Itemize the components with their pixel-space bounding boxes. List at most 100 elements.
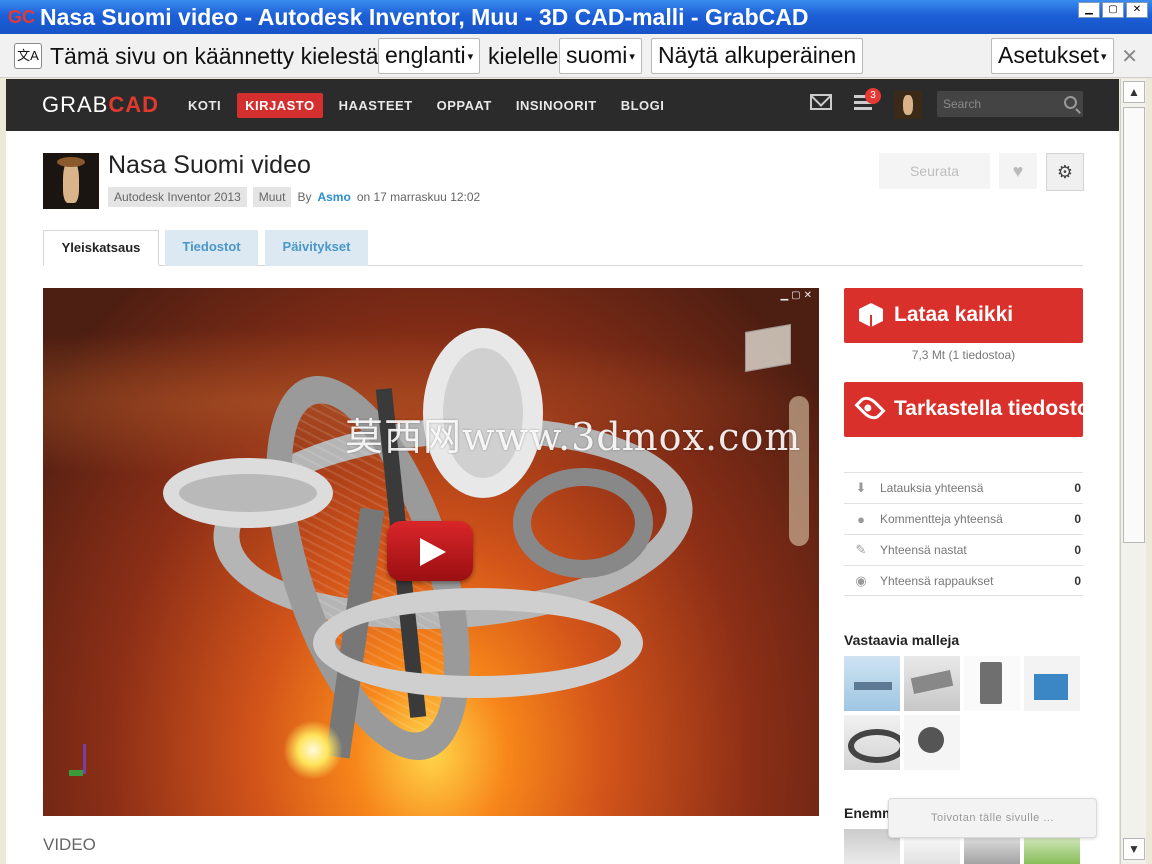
download-all-label: Lataa kaikki bbox=[894, 303, 1014, 326]
page-scrollbar[interactable]: ▲ ▼ bbox=[1120, 79, 1146, 864]
stat-label: Latauksia yhteensä bbox=[880, 481, 984, 495]
nav-link-insinoorit[interactable]: INSINOORIT bbox=[508, 93, 605, 118]
stat-value: 0 bbox=[1074, 512, 1081, 526]
app-badge: GC bbox=[8, 7, 35, 27]
similar-models-heading: Vastaavia malleja bbox=[844, 632, 960, 648]
logo-grab: GRAB bbox=[42, 92, 109, 117]
pin-icon: ✎ bbox=[855, 542, 867, 557]
translate-settings-button[interactable]: Asetukset ▾ bbox=[991, 38, 1114, 74]
show-original-button[interactable]: Näytä alkuperäinen bbox=[651, 38, 864, 74]
similar-model-thumbnail[interactable] bbox=[964, 656, 1020, 711]
scroll-thumb[interactable] bbox=[1123, 107, 1145, 543]
nav-link-kirjasto[interactable]: KIRJASTO bbox=[237, 93, 323, 118]
stat-label: Yhteensä rappaukset bbox=[880, 573, 994, 588]
similar-model-thumbnail[interactable] bbox=[904, 656, 960, 711]
welcome-toast[interactable]: Toivotan tälle sivulle ... bbox=[888, 798, 1097, 838]
user-avatar[interactable] bbox=[894, 91, 922, 119]
nav-link-haasteet[interactable]: HAASTEET bbox=[331, 93, 421, 118]
tab-overview[interactable]: Yleiskatsaus bbox=[43, 230, 159, 266]
translate-text-middle: kielelle bbox=[488, 43, 559, 69]
view-files-button[interactable]: Tarkastella tiedostoja bbox=[844, 382, 1083, 437]
like-button[interactable]: ♥ bbox=[999, 153, 1037, 189]
stat-row: ⬇ Latauksia yhteensä 0 bbox=[844, 472, 1083, 503]
category-tag[interactable]: Muut bbox=[252, 187, 292, 207]
software-tag[interactable]: Autodesk Inventor 2013 bbox=[108, 187, 247, 207]
from-language-select[interactable]: englanti ▾ bbox=[378, 38, 481, 74]
close-translate-icon[interactable]: ✕ bbox=[1121, 44, 1138, 69]
page-viewport: GRABCAD KOTI KIRJASTO HAASTEET OPPAAT IN… bbox=[6, 79, 1119, 864]
by-label: By bbox=[297, 190, 312, 204]
chevron-down-icon: ▾ bbox=[629, 51, 635, 64]
gear-icon: ⚙ bbox=[1056, 162, 1074, 182]
chevron-down-icon: ▾ bbox=[1101, 51, 1107, 64]
watermark-text: 莫西网www.3dmox.com bbox=[345, 415, 802, 459]
settings-label: Asetukset bbox=[998, 42, 1099, 68]
follow-button[interactable]: Seurata bbox=[879, 153, 990, 189]
publish-date: on 17 marraskuu 12:02 bbox=[356, 190, 481, 204]
search-input[interactable]: Search bbox=[937, 91, 1083, 117]
similar-models-grid bbox=[844, 656, 1084, 770]
model-ring bbox=[313, 588, 643, 698]
notification-badge: 3 bbox=[865, 88, 881, 104]
eye-icon bbox=[854, 392, 886, 424]
search-placeholder: Search bbox=[943, 97, 982, 111]
maximize-button[interactable]: ▢ bbox=[1102, 2, 1124, 18]
chevron-down-icon: ▾ bbox=[467, 51, 474, 64]
page-title: Nasa Suomi video bbox=[108, 151, 311, 179]
logo-cad: CAD bbox=[108, 92, 160, 117]
view-files-label: Tarkastella tiedostoja bbox=[894, 397, 1083, 420]
author-link[interactable]: Asmo bbox=[317, 190, 350, 204]
comment-icon: ● bbox=[857, 511, 865, 527]
similar-model-thumbnail[interactable] bbox=[904, 715, 960, 770]
window-title: Nasa Suomi video - Autodesk Inventor, Mu… bbox=[40, 4, 809, 30]
video-player[interactable]: ▁▢✕ 莫西网www.3dmox.com bbox=[43, 288, 819, 816]
stats-list: ⬇ Latauksia yhteensä 0 ● Kommentteja yht… bbox=[844, 472, 1083, 596]
grabcad-logo[interactable]: GRABCAD bbox=[42, 92, 159, 118]
from-language-value: englanti bbox=[385, 42, 466, 68]
app-icon: GC bbox=[8, 7, 35, 28]
author-avatar[interactable] bbox=[43, 153, 99, 209]
similar-model-thumbnail[interactable] bbox=[844, 715, 900, 770]
translate-icon: 文A bbox=[14, 43, 42, 69]
similar-model-thumbnail[interactable] bbox=[844, 656, 900, 711]
download-all-button[interactable]: Lataa kaikki bbox=[844, 288, 1083, 343]
minimize-button[interactable]: ▁ bbox=[1078, 2, 1100, 18]
heart-icon: ♥ bbox=[1012, 161, 1024, 181]
window-titlebar: GC Nasa Suomi video - Autodesk Inventor,… bbox=[0, 0, 1152, 34]
stat-row: ✎ Yhteensä nastat 0 bbox=[844, 534, 1083, 565]
window-controls-icon: ▁▢✕ bbox=[780, 290, 815, 301]
tab-updates[interactable]: Päivitykset bbox=[265, 230, 368, 266]
eye-icon: ◉ bbox=[855, 572, 867, 588]
axis-icon bbox=[69, 744, 89, 778]
cube-icon bbox=[859, 303, 883, 327]
video-label: VIDEO bbox=[43, 835, 96, 854]
model-part bbox=[163, 458, 333, 528]
stat-row: ● Kommentteja yhteensä 0 bbox=[844, 503, 1083, 534]
close-button[interactable]: ✕ bbox=[1126, 2, 1148, 18]
similar-model-thumbnail[interactable] bbox=[1024, 656, 1080, 711]
stat-label: Yhteensä nastat bbox=[880, 543, 967, 557]
site-navbar: GRABCAD KOTI KIRJASTO HAASTEET OPPAAT IN… bbox=[6, 79, 1119, 131]
search-icon[interactable] bbox=[1064, 96, 1077, 109]
to-language-select[interactable]: suomi ▾ bbox=[559, 38, 642, 74]
mail-icon[interactable] bbox=[810, 94, 832, 110]
sun bbox=[283, 720, 343, 780]
stat-label: Kommentteja yhteensä bbox=[880, 512, 1003, 526]
model-ring bbox=[513, 468, 653, 578]
download-icon: ⬇ bbox=[855, 480, 867, 495]
stat-value: 0 bbox=[1074, 481, 1081, 495]
file-size-info: 7,3 Mt (1 tiedostoa) bbox=[911, 348, 1016, 362]
nav-link-blogi[interactable]: BLOGI bbox=[613, 93, 673, 118]
scroll-up-icon[interactable]: ▲ bbox=[1123, 81, 1145, 103]
nav-link-koti[interactable]: KOTI bbox=[180, 93, 229, 118]
options-button[interactable]: ⚙ bbox=[1046, 153, 1084, 191]
tab-files[interactable]: Tiedostot bbox=[165, 230, 258, 266]
scroll-down-icon[interactable]: ▼ bbox=[1123, 838, 1145, 860]
stat-value: 0 bbox=[1074, 573, 1081, 588]
nav-link-oppaat[interactable]: OPPAAT bbox=[429, 93, 500, 118]
viewcube-icon bbox=[745, 323, 791, 373]
play-button[interactable] bbox=[387, 521, 473, 581]
stat-row: ◉ Yhteensä rappaukset 0 bbox=[844, 565, 1083, 596]
translate-text-before: Tämä sivu on käännetty kielestä bbox=[50, 43, 379, 69]
to-language-value: suomi bbox=[566, 42, 628, 68]
